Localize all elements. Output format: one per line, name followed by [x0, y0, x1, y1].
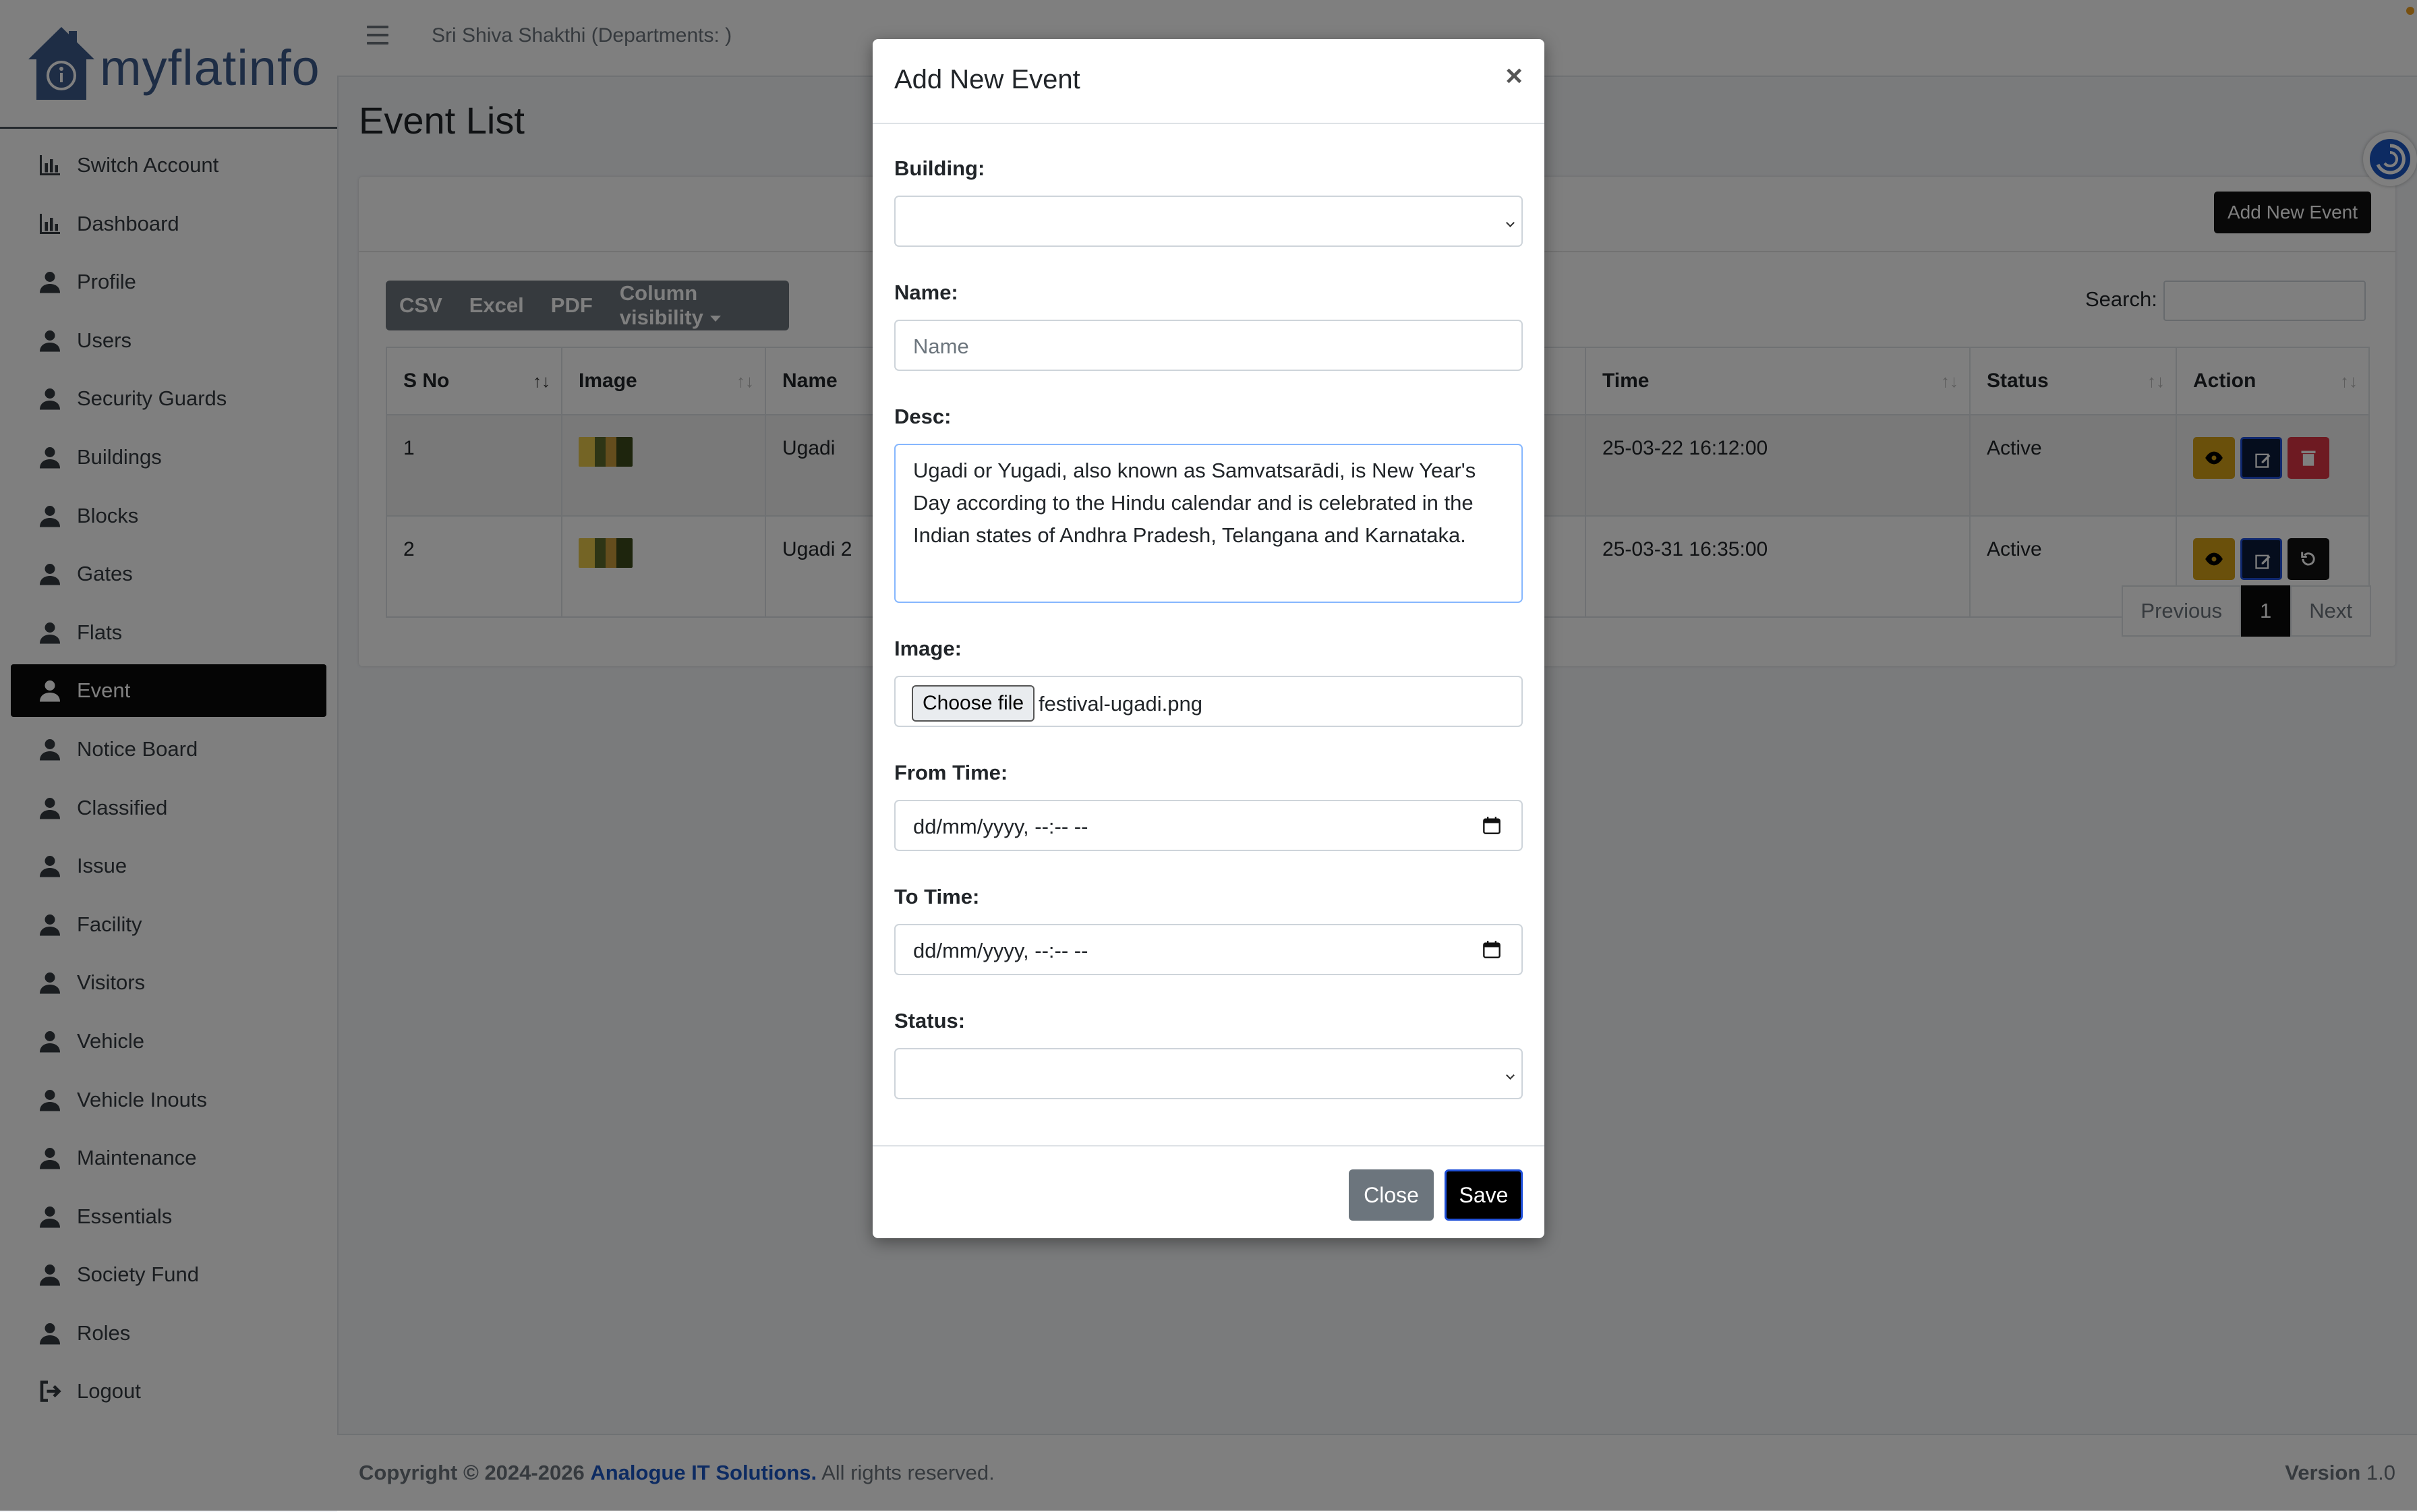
status-select[interactable] — [894, 1048, 1523, 1099]
name-label: Name: — [894, 281, 958, 304]
modal-header: Add New Event × — [873, 39, 1544, 124]
calendar-icon[interactable] — [1482, 940, 1501, 959]
from-time-input[interactable]: dd/mm/yyyy, --:-- -- — [894, 800, 1523, 851]
desc-value: Ugadi or Yugadi, also known as Samvatsar… — [913, 459, 1476, 547]
from-time-placeholder: dd/mm/yyyy, --:-- -- — [913, 815, 1088, 838]
building-label: Building: — [894, 156, 985, 180]
desc-textarea[interactable]: Ugadi or Yugadi, also known as Samvatsar… — [894, 444, 1523, 603]
to-time-input[interactable]: dd/mm/yyyy, --:-- -- — [894, 924, 1523, 975]
name-input[interactable]: Name — [894, 320, 1523, 371]
to-time-label: To Time: — [894, 885, 980, 908]
calendar-icon[interactable] — [1482, 816, 1501, 835]
image-label: Image: — [894, 637, 962, 660]
modal-title: Add New Event — [894, 65, 1080, 94]
selected-file-name: festival-ugadi.png — [1039, 692, 1202, 716]
modal-footer: Close Save — [873, 1145, 1544, 1240]
close-icon[interactable]: × — [1505, 59, 1523, 93]
choose-file-button[interactable]: Choose file — [912, 685, 1035, 722]
desc-label: Desc: — [894, 405, 952, 428]
image-file-input[interactable]: Choose file festival-ugadi.png — [894, 676, 1523, 727]
from-time-label: From Time: — [894, 761, 1008, 784]
add-event-modal: Add New Event × Building: Name: Name Des… — [873, 39, 1544, 1238]
close-button[interactable]: Close — [1349, 1169, 1434, 1221]
to-time-placeholder: dd/mm/yyyy, --:-- -- — [913, 939, 1088, 962]
save-button[interactable]: Save — [1445, 1169, 1523, 1221]
building-select[interactable] — [894, 196, 1523, 247]
name-placeholder: Name — [913, 335, 969, 358]
status-label: Status: — [894, 1009, 966, 1033]
